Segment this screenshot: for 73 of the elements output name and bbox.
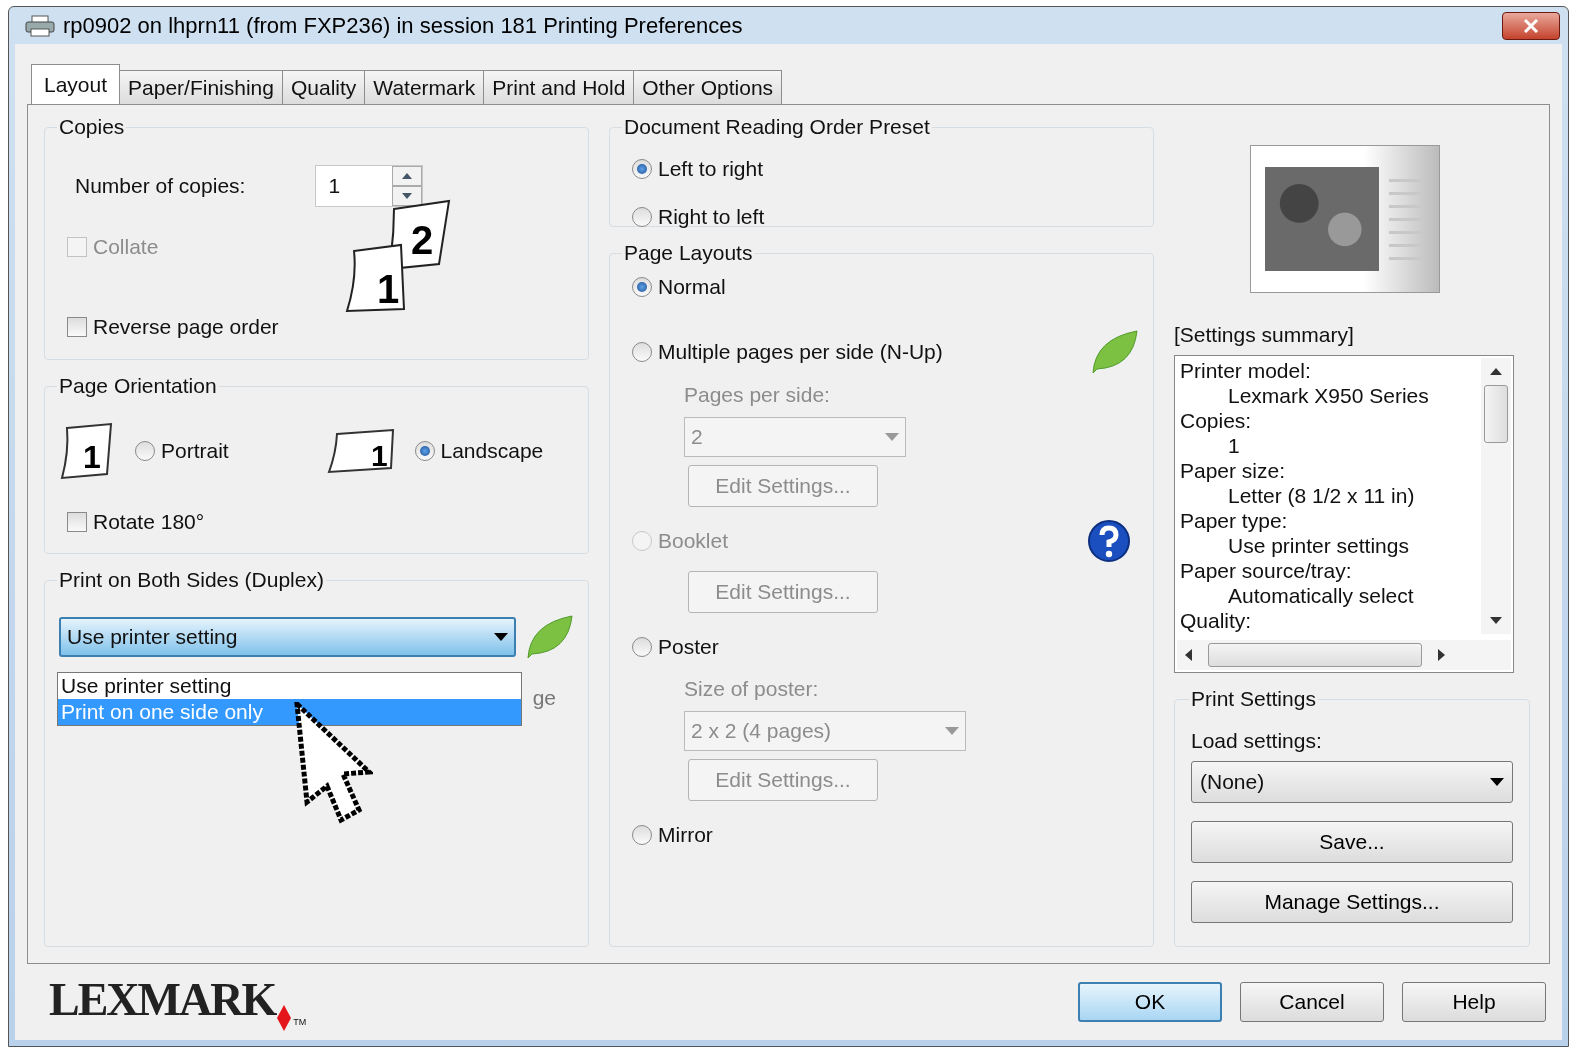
tab[interactable]: Layout [31, 64, 121, 104]
summary-line: Use printer settings [1227, 533, 1410, 558]
field-label: Load settings: [1191, 729, 1323, 753]
group-title: Document Reading Order Preset [623, 115, 931, 139]
duplex-dropdown[interactable]: Use printer setting [59, 617, 516, 657]
checkbox-option[interactable]: Reverse page order [67, 315, 339, 339]
group-title: Page Orientation [58, 374, 218, 398]
tab[interactable]: Other Options [633, 70, 783, 104]
up-arrow-icon[interactable] [402, 173, 413, 179]
caret-icon [885, 433, 899, 441]
close-icon [1523, 18, 1539, 33]
right-arrow-icon[interactable] [1438, 649, 1445, 661]
dialog-button[interactable]: Cancel [1240, 982, 1384, 1022]
dialog-button[interactable]: Help [1402, 982, 1546, 1022]
dropdown-item[interactable]: Use printer setting [58, 673, 521, 699]
radio-option[interactable]: Normal [632, 275, 726, 299]
dialog-button[interactable]: OK [1078, 982, 1222, 1022]
group-title: Print on Both Sides (Duplex) [58, 568, 325, 592]
trademark: TM [293, 1017, 307, 1027]
settings-button[interactable]: Save... [1191, 821, 1513, 863]
summary-title: [Settings summary] [1174, 323, 1355, 347]
group-title: Print Settings [1190, 687, 1317, 711]
summary-line: Letter (8 1/2 x 11 in) [1227, 483, 1416, 508]
up-arrow-icon[interactable] [1490, 368, 1502, 375]
close-button[interactable] [1502, 11, 1560, 40]
tab[interactable]: Paper/Finishing [119, 70, 283, 104]
left-arrow-icon[interactable] [1185, 649, 1192, 661]
summary-line: Paper type: [1180, 508, 1289, 533]
window-title: rp0902 on lhprn11 (from FXP236) in session 181 Printing Preferences [63, 12, 744, 39]
summary-line: 1 [1227, 433, 1241, 458]
horizontal-scrollbar[interactable] [1177, 640, 1511, 670]
caret-icon [945, 727, 959, 735]
printer-icon [25, 14, 55, 37]
checkbox-option[interactable]: Rotate 180° [67, 510, 205, 534]
field-label: Pages per side: [684, 383, 830, 406]
caret-icon [1490, 778, 1504, 786]
leaf-icon [1089, 329, 1139, 375]
radio-option[interactable]: Right to left [632, 203, 1139, 231]
caret-icon [494, 633, 508, 641]
load-settings-dropdown[interactable]: (None) [1191, 761, 1513, 803]
scroll-thumb[interactable] [1208, 643, 1422, 667]
down-arrow-icon[interactable] [1490, 617, 1502, 624]
radio-option[interactable]: Mirror [632, 823, 713, 847]
radio-option[interactable]: Multiple pages per side (N-Up) [632, 340, 943, 364]
summary-line: Paper size: [1180, 458, 1287, 483]
logo-text: LEXMARK [49, 973, 276, 1026]
diamond-icon [277, 1005, 292, 1031]
summary-line: Copies: [1180, 408, 1253, 433]
summary-line: Quality: [1180, 608, 1253, 633]
field-label: Number of copies: [75, 174, 246, 198]
tab[interactable]: Quality [282, 70, 366, 104]
scroll-thumb[interactable] [1484, 385, 1508, 443]
radio-option[interactable]: Left to right [632, 155, 1139, 183]
radio-option[interactable]: Poster [632, 635, 719, 659]
summary-line: Paper source/tray: [1180, 558, 1353, 583]
radio-option[interactable]: Portrait [135, 439, 229, 463]
group-title: Page Layouts [623, 241, 754, 265]
copies-spinner[interactable]: 1 [315, 165, 424, 207]
vertical-scrollbar[interactable] [1481, 358, 1511, 634]
field-label: Size of poster: [684, 677, 819, 700]
summary-line: Lexmark X950 Series [1227, 383, 1430, 408]
leaf-icon [524, 614, 574, 660]
settings-button[interactable]: Manage Settings... [1191, 881, 1513, 923]
summary-line: Printer model: [1180, 358, 1312, 383]
group-title: Copies [58, 115, 126, 139]
radio-option[interactable]: Landscape [414, 439, 544, 463]
summary-line: Automatically select [1227, 583, 1415, 608]
down-arrow-icon[interactable] [402, 193, 413, 199]
tab[interactable]: Print and Hold [483, 70, 635, 104]
help-icon[interactable] [1087, 519, 1131, 563]
covered-label: ge [532, 686, 556, 710]
landscape-page-icon: 1 [326, 428, 397, 474]
tab[interactable]: Watermark [364, 70, 485, 104]
